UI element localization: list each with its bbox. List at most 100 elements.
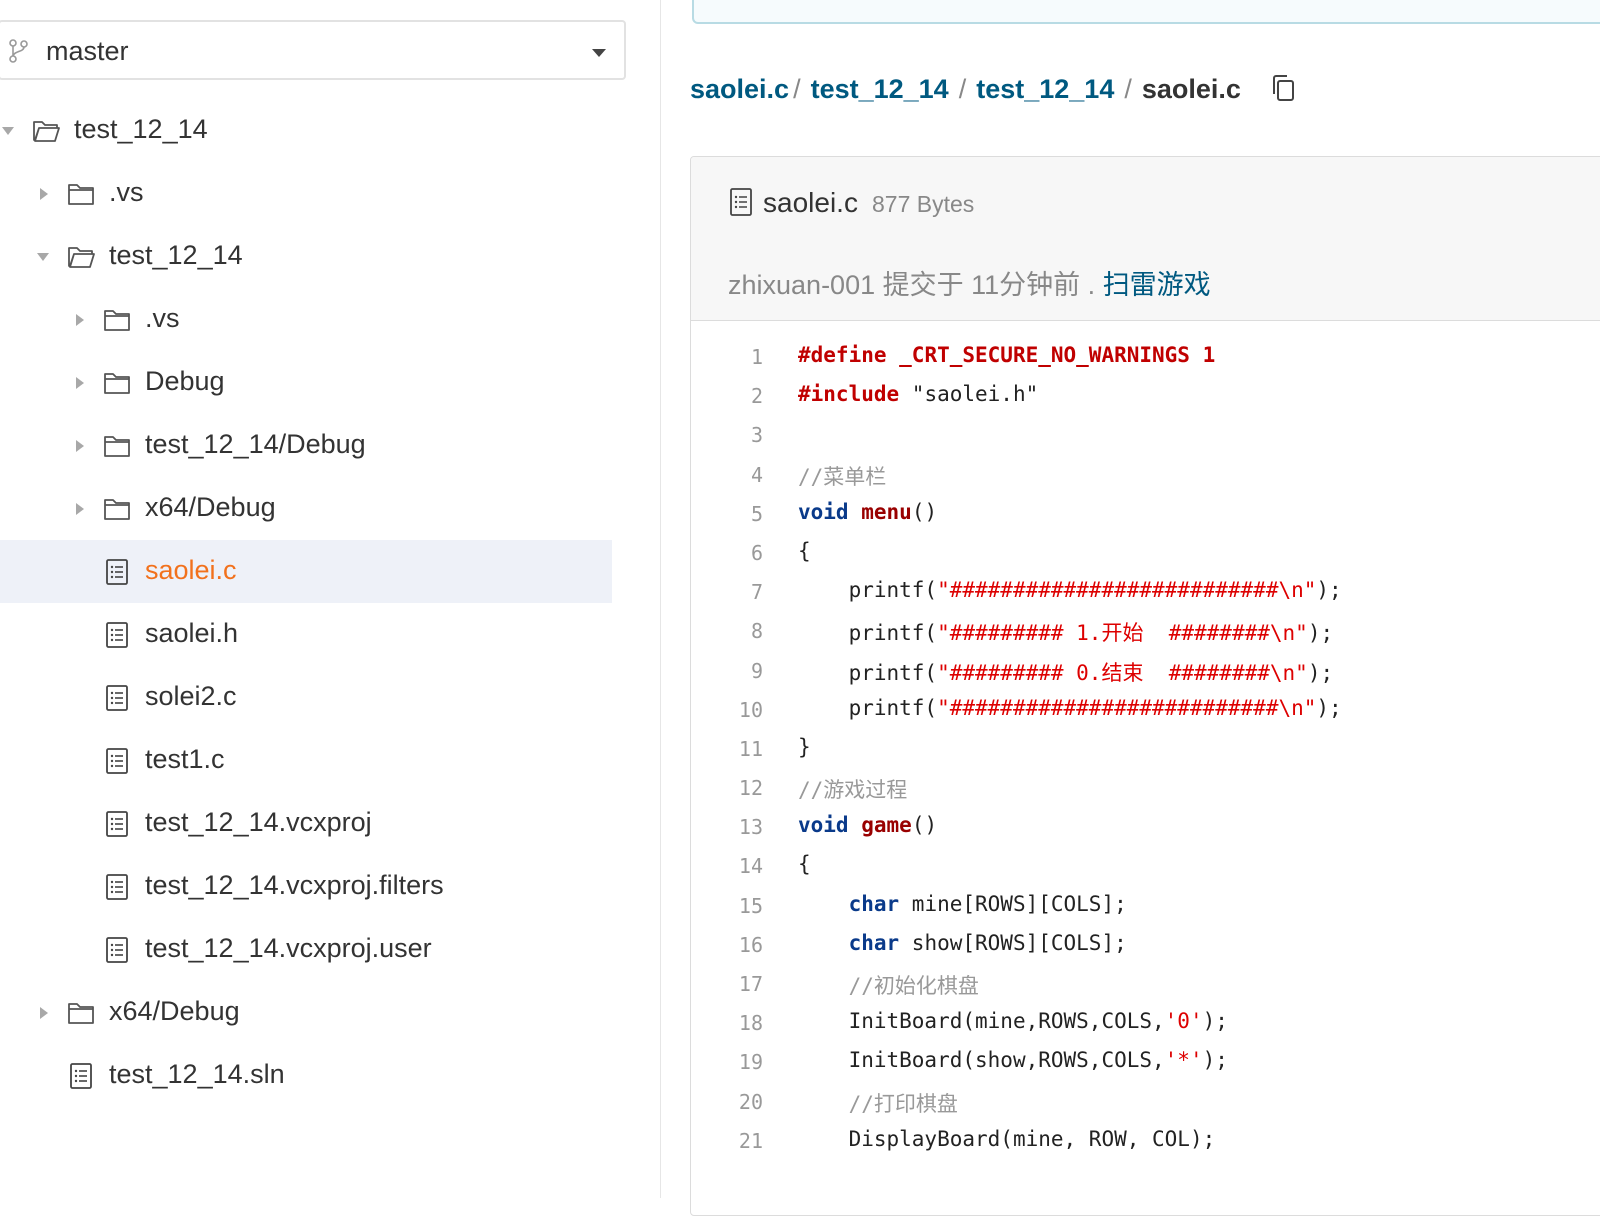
code-line: 10 printf("##########################\n"…: [691, 694, 1600, 733]
commit-message-link[interactable]: 扫雷游戏: [1103, 270, 1211, 300]
code-line: 9 printf("######### 0.结束 ########\n");: [691, 655, 1600, 694]
code-line: 14 {: [691, 850, 1600, 889]
line-number[interactable]: 7: [691, 580, 763, 604]
file-name: saolei.c: [763, 187, 858, 218]
breadcrumb-link-repo[interactable]: saolei.c: [690, 74, 789, 104]
tree-file-saolei-h[interactable]: saolei.h: [0, 603, 612, 666]
tree-folder-x64-debug-outer[interactable]: x64/Debug: [0, 981, 612, 1044]
copy-icon[interactable]: [1270, 73, 1296, 103]
line-number[interactable]: 4: [691, 463, 763, 487]
line-number[interactable]: 21: [691, 1129, 763, 1153]
tree-folder-test-debug[interactable]: test_12_14/Debug: [0, 414, 612, 477]
line-number[interactable]: 19: [691, 1050, 763, 1074]
line-number[interactable]: 17: [691, 972, 763, 996]
code-line: 5 void menu(): [691, 498, 1600, 537]
code-line: 4 //菜单栏: [691, 459, 1600, 498]
branch-icon: [8, 38, 28, 64]
line-number[interactable]: 9: [691, 659, 763, 683]
code-text: void game(): [798, 813, 938, 838]
code-line: 13 void game(): [691, 811, 1600, 850]
folder-icon: [103, 369, 131, 397]
caret-right-icon: [76, 440, 84, 452]
code-line: 1 #define _CRT_SECURE_NO_WARNINGS 1: [691, 341, 1600, 380]
line-number[interactable]: 12: [691, 776, 763, 800]
code-line: 6{: [691, 537, 1600, 576]
tree-item-label: solei2.c: [145, 681, 237, 711]
line-number[interactable]: 14: [691, 854, 763, 878]
tree-item-label: test_12_14.sln: [109, 1059, 285, 1089]
code-line: 15 char mine[ROWS][COLS];: [691, 890, 1600, 929]
line-number[interactable]: 13: [691, 815, 763, 839]
breadcrumb-separator: /: [958, 74, 967, 104]
commit-author: zhixuan-001: [728, 270, 876, 300]
tree-item-label: saolei.c: [145, 555, 237, 585]
code-line: 2 #include "saolei.h": [691, 380, 1600, 419]
file-tree: test_12_14 .vs test_12_14 .vs Debug test…: [0, 99, 612, 1107]
code-text: char show[ROWS][COLS];: [848, 930, 1127, 955]
line-number[interactable]: 10: [691, 698, 763, 722]
code-line: 19 InitBoard(show,ROWS,COLS,'*');: [691, 1046, 1600, 1085]
code-text: //菜单栏: [798, 464, 887, 489]
code-view: 1 #define _CRT_SECURE_NO_WARNINGS 1 2 #inc…: [691, 341, 1600, 1164]
tree-item-label: test_12_14.vcxproj.filters: [145, 870, 444, 900]
code-text: printf("######### 0.结束 ########\n");: [848, 660, 1334, 685]
line-number[interactable]: 3: [691, 423, 763, 447]
line-number[interactable]: 2: [691, 384, 763, 408]
tree-folder-debug[interactable]: Debug: [0, 351, 612, 414]
caret-right-icon: [76, 503, 84, 515]
top-panel-edge: [692, 0, 1600, 24]
code-line: 21 DisplayBoard(mine, ROW, COL);: [691, 1125, 1600, 1164]
folder-icon: [103, 495, 131, 523]
tree-folder-test_12_14[interactable]: test_12_14: [0, 99, 612, 162]
tree-file-test1-c[interactable]: test1.c: [0, 729, 612, 792]
file-size: 877 Bytes: [872, 191, 975, 217]
tree-item-label: saolei.h: [145, 618, 239, 648]
code-text: InitBoard(mine,ROWS,COLS,'0');: [848, 1009, 1228, 1034]
code-text: }: [798, 734, 811, 759]
tree-folder-vs[interactable]: .vs: [0, 162, 612, 225]
line-number[interactable]: 1: [691, 345, 763, 369]
tree-file-sln[interactable]: test_12_14.sln: [0, 1044, 612, 1107]
line-number[interactable]: 6: [691, 541, 763, 565]
tree-item-label: test_12_14.vcxproj.user: [145, 933, 432, 963]
code-line: 18 InitBoard(mine,ROWS,COLS,'0');: [691, 1007, 1600, 1046]
code-text: InitBoard(show,ROWS,COLS,'*');: [848, 1048, 1228, 1073]
caret-right-icon: [40, 188, 48, 200]
line-number[interactable]: 18: [691, 1011, 763, 1035]
code-line: 3: [691, 419, 1600, 458]
line-number[interactable]: 15: [691, 894, 763, 918]
tree-folder-vs-inner[interactable]: .vs: [0, 288, 612, 351]
file-text-icon: [103, 558, 131, 586]
code-text: {: [798, 538, 811, 563]
code-line: 12 //游戏过程: [691, 772, 1600, 811]
branch-name: master: [46, 36, 129, 66]
tree-folder-x64-debug[interactable]: x64/Debug: [0, 477, 612, 540]
code-text: printf("######### 1.开始 ########\n");: [848, 621, 1334, 646]
line-number[interactable]: 11: [691, 737, 763, 761]
code-text: #define _CRT_SECURE_NO_WARNINGS 1: [798, 343, 1216, 367]
tree-file-vcxproj-user[interactable]: test_12_14.vcxproj.user: [0, 918, 612, 981]
file-text-icon: [103, 873, 131, 901]
tree-file-vcxproj-filters[interactable]: test_12_14.vcxproj.filters: [0, 855, 612, 918]
code-text: //打印棋盘: [848, 1091, 958, 1116]
tree-item-label: .vs: [145, 303, 180, 333]
tree-item-label: test_12_14: [74, 114, 208, 144]
folder-icon: [103, 306, 131, 334]
line-number[interactable]: 8: [691, 619, 763, 643]
branch-selector[interactable]: master: [0, 20, 626, 80]
caret-down-icon: [2, 127, 14, 135]
file-tree-sidebar: master test_12_14 .vs test_12_14 .vs Deb…: [0, 0, 661, 1198]
breadcrumb-link-subfolder[interactable]: test_12_14: [976, 74, 1114, 104]
tree-file-vcxproj[interactable]: test_12_14.vcxproj: [0, 792, 612, 855]
line-number[interactable]: 16: [691, 933, 763, 957]
code-text: void menu(): [798, 499, 938, 524]
line-number[interactable]: 20: [691, 1090, 763, 1114]
tree-item-label: test_12_14: [109, 240, 243, 270]
tree-folder-test_12_14-inner[interactable]: test_12_14: [0, 225, 612, 288]
code-line: 20 //打印棋盘: [691, 1086, 1600, 1125]
line-number[interactable]: 5: [691, 502, 763, 526]
commit-info: zhixuan-001 提交于 11分钟前 . 扫雷游戏: [728, 263, 1211, 302]
tree-file-solei2-c[interactable]: solei2.c: [0, 666, 612, 729]
breadcrumb-link-folder[interactable]: test_12_14: [811, 74, 949, 104]
tree-file-saolei-c[interactable]: saolei.c: [0, 540, 612, 603]
